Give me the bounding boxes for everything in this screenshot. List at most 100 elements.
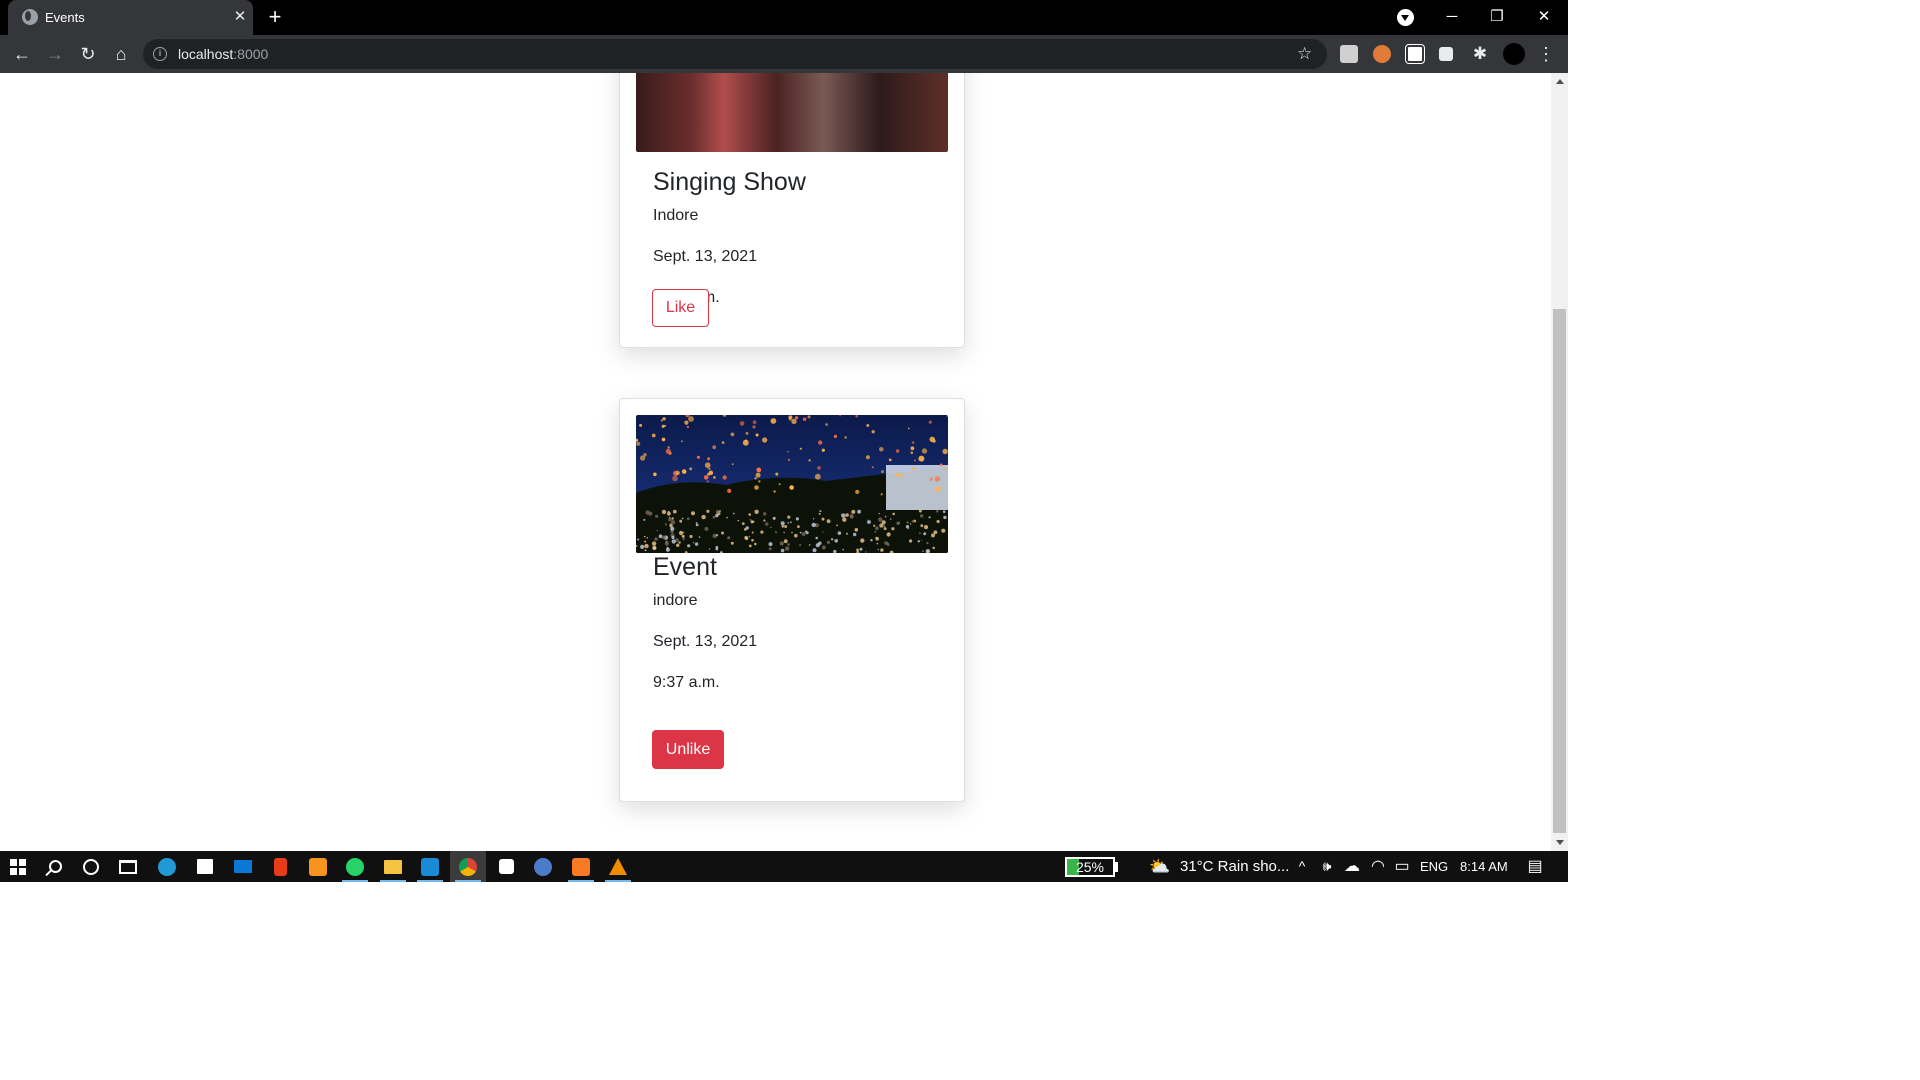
- like-button[interactable]: Like: [652, 289, 709, 327]
- battery-percent: 25%: [1075, 859, 1105, 875]
- taskbar-notion[interactable]: [488, 851, 524, 882]
- scroll-thumb[interactable]: [1553, 309, 1566, 833]
- store-bag-icon: [197, 859, 213, 874]
- site-info-icon[interactable]: i: [153, 47, 167, 61]
- extensions-puzzle-icon[interactable]: ✱: [1466, 40, 1494, 68]
- windows-logo-icon: [10, 858, 26, 875]
- wifi-icon[interactable]: ◠: [1369, 851, 1387, 882]
- close-window-button[interactable]: ✕: [1521, 0, 1567, 33]
- browser-title-bar: Events ✕ + ─ ❐ ✕: [0, 0, 1568, 35]
- taskbar-xampp[interactable]: [563, 851, 599, 882]
- taskbar-mail[interactable]: [225, 851, 261, 882]
- event-date: Sept. 13, 2021: [653, 248, 758, 265]
- xampp-icon: [572, 857, 590, 876]
- taskbar-chrome[interactable]: [450, 851, 486, 882]
- extension-icon-4[interactable]: [1439, 47, 1453, 61]
- event-image: [636, 73, 948, 152]
- back-button[interactable]: ←: [8, 40, 36, 68]
- reload-button[interactable]: ↻: [74, 40, 102, 68]
- whatsapp-icon: [346, 857, 364, 876]
- browser-tab-events[interactable]: Events ✕: [8, 0, 253, 35]
- cortana-button[interactable]: [73, 851, 109, 882]
- unlike-button[interactable]: Unlike: [652, 730, 724, 769]
- notion-icon: [498, 859, 514, 874]
- windows-taskbar: 25% ⛅ 31°C Rain sho... ^ 🕪 ☁ ◠ ▭ ENG 8:1…: [0, 851, 1568, 882]
- profile-avatar[interactable]: [1503, 43, 1525, 65]
- battery-meter[interactable]: 25%: [1065, 857, 1115, 877]
- globe-icon: [22, 9, 38, 25]
- start-button[interactable]: [0, 851, 36, 882]
- scroll-up-arrow-icon[interactable]: [1556, 79, 1564, 84]
- url-text[interactable]: localhost:8000: [178, 46, 268, 62]
- browser-toolbar: ← → ↻ ⌂ i localhost:8000 ☆ ✱ ⋮: [0, 35, 1568, 73]
- battery-tip: [1115, 862, 1118, 872]
- chrome-download-icon[interactable]: [1397, 9, 1414, 26]
- language-indicator[interactable]: ENG: [1420, 851, 1448, 882]
- weather-text[interactable]: 31°C Rain sho...: [1180, 851, 1289, 882]
- task-view-icon: [119, 859, 137, 874]
- lantern-festival-image: [636, 415, 948, 553]
- running-indicator: [380, 880, 406, 882]
- event-location: Indore: [653, 207, 699, 224]
- event-title: Event: [653, 553, 717, 581]
- running-indicator: [605, 880, 631, 882]
- event-card: Event indore Sept. 13, 2021 9:37 a.m. Un…: [619, 398, 965, 802]
- minimize-button[interactable]: ─: [1429, 0, 1475, 33]
- taskbar-app-blue[interactable]: [525, 851, 561, 882]
- edge-icon: [158, 857, 176, 876]
- scroll-down-arrow-icon[interactable]: [1556, 840, 1564, 845]
- weather-cloud-icon[interactable]: ⛅: [1148, 851, 1172, 882]
- bookmark-star-icon[interactable]: ☆: [1297, 43, 1312, 65]
- event-card-body: Event indore Sept. 13, 2021 9:37 a.m.: [653, 552, 757, 695]
- event-card: Singing Show Indore Sept. 13, 2021 6:37 …: [619, 73, 965, 348]
- volume-icon[interactable]: 🕪: [1318, 851, 1336, 882]
- event-time: 9:37 a.m.: [653, 674, 720, 691]
- taskbar-whatsapp[interactable]: [337, 851, 373, 882]
- taskbar-office[interactable]: [262, 851, 298, 882]
- notification-center-icon[interactable]: ▤: [1524, 851, 1546, 882]
- tab-close-icon[interactable]: ✕: [230, 7, 250, 27]
- taskbar-app-orange[interactable]: [300, 851, 336, 882]
- search-icon: [48, 860, 62, 873]
- task-view-button[interactable]: [110, 851, 146, 882]
- taskbar-edge[interactable]: [149, 851, 185, 882]
- search-button[interactable]: [37, 851, 73, 882]
- url-port: :8000: [233, 46, 269, 62]
- event-location: indore: [653, 592, 698, 609]
- chrome-menu-icon[interactable]: ⋮: [1537, 40, 1555, 68]
- restore-button[interactable]: ❐: [1474, 0, 1520, 33]
- tray-chevron-icon[interactable]: ^: [1295, 851, 1309, 882]
- vlc-cone-icon: [609, 858, 627, 875]
- tab-title: Events: [45, 10, 85, 25]
- event-title: Singing Show: [653, 168, 806, 196]
- taskbar-vlc[interactable]: [600, 851, 636, 882]
- taskbar-store[interactable]: [187, 851, 223, 882]
- event-image: [636, 415, 948, 553]
- blue-app-icon: [534, 857, 552, 876]
- notion-extension-icon[interactable]: [1405, 44, 1425, 64]
- page-scrollbar[interactable]: [1551, 73, 1568, 851]
- battery-tray-icon[interactable]: ▭: [1393, 851, 1411, 882]
- new-tab-button[interactable]: +: [264, 6, 286, 28]
- event-date: Sept. 13, 2021: [653, 633, 758, 650]
- office-icon: [273, 857, 287, 876]
- running-indicator: [417, 880, 443, 882]
- running-indicator: [342, 880, 368, 882]
- orange-app-icon: [309, 857, 327, 876]
- clock-time[interactable]: 8:14 AM: [1460, 851, 1508, 882]
- home-button[interactable]: ⌂: [107, 40, 135, 68]
- address-bar[interactable]: i localhost:8000 ☆: [143, 39, 1327, 69]
- url-host: localhost: [178, 46, 234, 62]
- chrome-icon: [459, 857, 477, 876]
- extension-icon-2[interactable]: [1373, 45, 1391, 63]
- forward-button[interactable]: →: [41, 40, 69, 68]
- cortana-icon: [83, 858, 99, 875]
- running-indicator: [455, 880, 481, 882]
- vscode-icon: [421, 857, 439, 876]
- running-indicator: [568, 880, 594, 882]
- taskbar-vscode[interactable]: [412, 851, 448, 882]
- page-viewport: Singing Show Indore Sept. 13, 2021 6:37 …: [0, 73, 1551, 851]
- onedrive-cloud-icon[interactable]: ☁: [1343, 851, 1361, 882]
- taskbar-file-explorer[interactable]: [375, 851, 411, 882]
- extension-icon-1[interactable]: [1340, 45, 1358, 63]
